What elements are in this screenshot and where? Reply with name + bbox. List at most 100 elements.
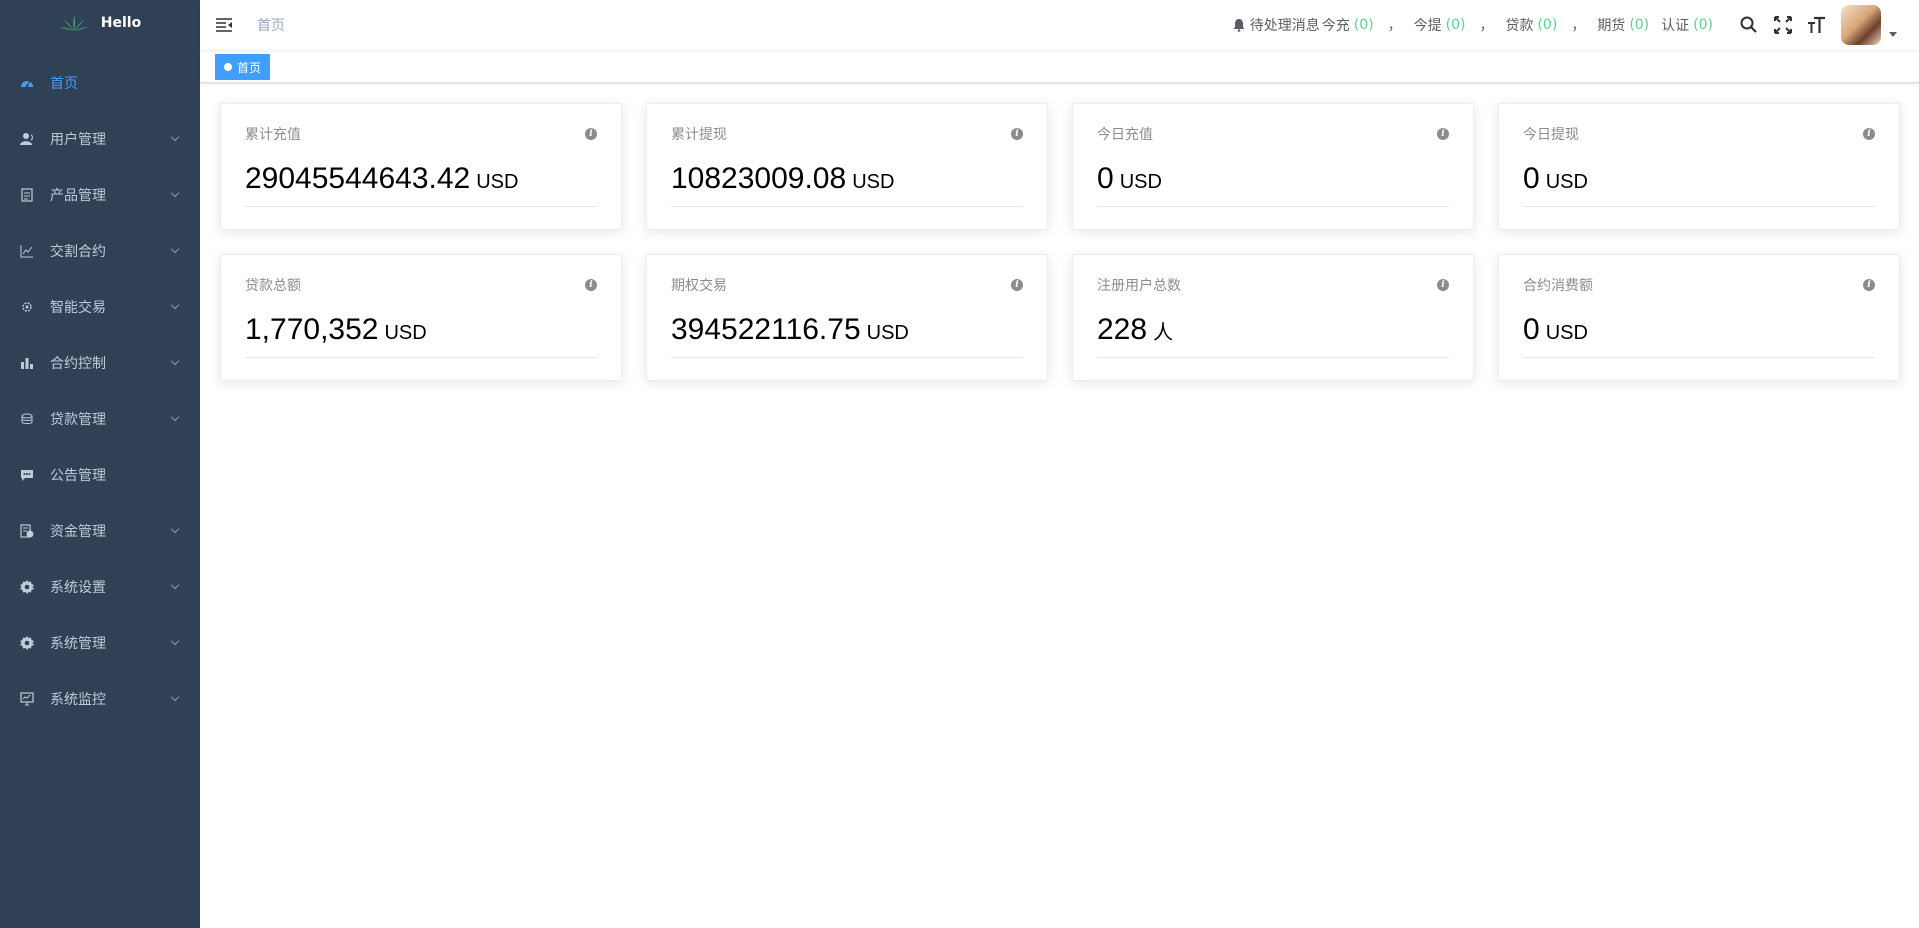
header-right: 待处理消息 今充 (0) ， 今提 (0) ， 贷款 (0) ， 期货 (0) … bbox=[1232, 0, 1897, 50]
info-icon[interactable]: i bbox=[585, 279, 597, 291]
notice-loan-count[interactable]: (0) bbox=[1537, 17, 1557, 33]
sidebar-item-contract-control[interactable]: 合约控制 bbox=[0, 335, 200, 391]
notice-withdraw-label: 今提 bbox=[1413, 18, 1442, 34]
chevron-down-icon bbox=[170, 300, 180, 310]
logo[interactable]: Hello bbox=[0, 0, 200, 45]
sidebar-item-delivery-contract[interactable]: 交割合约 bbox=[0, 223, 200, 279]
caret-down-icon[interactable] bbox=[1889, 31, 1897, 37]
font-size-icon[interactable] bbox=[1807, 15, 1827, 35]
sidebar-item-user-management[interactable]: 用户管理 bbox=[0, 111, 200, 167]
sidebar-item-system-settings[interactable]: 系统设置 bbox=[0, 559, 200, 615]
fullscreen-icon[interactable] bbox=[1773, 15, 1793, 35]
chevron-down-icon bbox=[170, 580, 180, 590]
stat-card-options-trading: 期权交易 i 394522116.75 USD bbox=[646, 254, 1048, 381]
info-icon[interactable]: i bbox=[1437, 279, 1449, 291]
coins-icon bbox=[20, 412, 34, 426]
sidebar-item-label: 系统监控 bbox=[50, 692, 106, 708]
card-unit: USD bbox=[1119, 171, 1162, 193]
card-number: 0 bbox=[1523, 313, 1540, 346]
navbar: 首页 待处理消息 今充 (0) ， 今提 (0) ， 贷款 (0) ， 期货 (… bbox=[200, 0, 1919, 50]
sidebar-item-smart-trading[interactable]: 智能交易 bbox=[0, 279, 200, 335]
breadcrumb[interactable]: 首页 bbox=[257, 15, 285, 35]
card-title: 合约消费额 bbox=[1523, 278, 1593, 294]
sidebar-item-notice-management[interactable]: 公告管理 bbox=[0, 447, 200, 503]
sidebar-item-label: 贷款管理 bbox=[50, 412, 106, 428]
card-number: 1,770,352 bbox=[245, 313, 379, 346]
info-icon[interactable]: i bbox=[1863, 279, 1875, 291]
system-icon bbox=[20, 636, 34, 650]
logo-icon bbox=[59, 14, 88, 31]
notice-recharge-label: 今充 bbox=[1321, 18, 1350, 34]
stat-card-loan-total: 贷款总额 i 1,770,352 USD bbox=[220, 254, 622, 381]
sidebar-item-home[interactable]: 首页 bbox=[0, 55, 200, 111]
gear-small-icon bbox=[20, 300, 34, 314]
card-value: 0 USD bbox=[1523, 162, 1875, 207]
card-value: 394522116.75 USD bbox=[671, 313, 1023, 358]
chevron-down-icon bbox=[170, 524, 180, 534]
info-icon[interactable]: i bbox=[1863, 128, 1875, 140]
card-unit: USD bbox=[1545, 322, 1588, 344]
card-unit: USD bbox=[866, 322, 909, 344]
monitor-icon bbox=[20, 692, 34, 706]
card-unit: USD bbox=[852, 171, 895, 193]
stat-card-today-withdraw: 今日提现 i 0 USD bbox=[1498, 103, 1900, 230]
notice-verify-label: 认证 bbox=[1661, 18, 1690, 34]
notice-separator: ， bbox=[1387, 18, 1402, 34]
info-icon[interactable]: i bbox=[1011, 279, 1023, 291]
info-icon[interactable]: i bbox=[585, 128, 597, 140]
chevron-down-icon bbox=[170, 692, 180, 702]
settings-icon bbox=[20, 580, 34, 594]
notice-futures-count[interactable]: (0) bbox=[1629, 17, 1649, 33]
stat-card-today-recharge: 今日充值 i 0 USD bbox=[1072, 103, 1474, 230]
notice-loan-label: 贷款 bbox=[1505, 18, 1534, 34]
bar-chart-icon bbox=[20, 356, 34, 370]
info-icon[interactable]: i bbox=[1437, 128, 1449, 140]
sidebar-item-loan-management[interactable]: 贷款管理 bbox=[0, 391, 200, 447]
avatar[interactable] bbox=[1841, 5, 1881, 45]
active-dot-icon bbox=[224, 63, 232, 71]
stat-card-contract-consumption: 合约消费额 i 0 USD bbox=[1498, 254, 1900, 381]
sidebar-item-system-monitor[interactable]: 系统监控 bbox=[0, 671, 200, 727]
sidebar-item-label: 智能交易 bbox=[50, 300, 106, 316]
chevron-down-icon bbox=[170, 412, 180, 422]
sidebar-item-system-management[interactable]: 系统管理 bbox=[0, 615, 200, 671]
notice-separator: ， bbox=[1479, 18, 1494, 34]
card-title: 累计充值 bbox=[245, 127, 301, 143]
sidebar-item-label: 用户管理 bbox=[50, 132, 106, 148]
card-value: 0 USD bbox=[1523, 313, 1875, 358]
sidebar-menu: 首页 用户管理 产品管理 交割合约 智能交易 合约控制 贷款管理 公告管理 资金… bbox=[0, 55, 200, 727]
logo-text: Hello bbox=[100, 14, 142, 31]
card-number: 0 bbox=[1097, 162, 1114, 195]
dashboard-content: 累计充值 i 29045544643.42 USD 累计提现 i 10823009… bbox=[220, 103, 1900, 381]
chevron-down-icon bbox=[170, 244, 180, 254]
sidebar: Hello 首页 用户管理 产品管理 交割合约 智能交易 合约控制 贷款管理 公… bbox=[0, 0, 200, 928]
tags-view: 首页 bbox=[200, 50, 1919, 83]
notice-recharge-count[interactable]: (0) bbox=[1354, 17, 1374, 33]
card-title: 今日充值 bbox=[1097, 127, 1153, 143]
search-icon[interactable] bbox=[1739, 15, 1759, 35]
chevron-down-icon bbox=[170, 132, 180, 142]
tag-home[interactable]: 首页 bbox=[215, 54, 271, 80]
card-title: 今日提现 bbox=[1523, 127, 1579, 143]
dashboard-icon bbox=[20, 76, 34, 90]
sidebar-item-label: 合约控制 bbox=[50, 356, 106, 372]
sidebar-item-label: 资金管理 bbox=[50, 524, 106, 540]
hamburger-icon[interactable] bbox=[215, 16, 233, 34]
sidebar-item-label: 系统设置 bbox=[50, 580, 106, 596]
sidebar-item-product-management[interactable]: 产品管理 bbox=[0, 167, 200, 223]
pending-notice[interactable]: 待处理消息 今充 (0) ， 今提 (0) ， 贷款 (0) ， 期货 (0) … bbox=[1232, 15, 1717, 35]
tag-label: 首页 bbox=[237, 60, 262, 75]
info-icon[interactable]: i bbox=[1011, 128, 1023, 140]
sidebar-item-fund-management[interactable]: 资金管理 bbox=[0, 503, 200, 559]
notice-withdraw-count[interactable]: (0) bbox=[1446, 17, 1466, 33]
sidebar-item-label: 首页 bbox=[50, 76, 78, 92]
card-number: 394522116.75 bbox=[671, 313, 861, 346]
notice-label: 待处理消息 bbox=[1249, 18, 1320, 34]
notice-verify-count[interactable]: (0) bbox=[1693, 17, 1713, 33]
message-icon bbox=[20, 468, 34, 482]
chevron-down-icon bbox=[170, 188, 180, 198]
sidebar-item-label: 系统管理 bbox=[50, 636, 106, 652]
card-number: 0 bbox=[1523, 162, 1540, 195]
bell-icon bbox=[1233, 19, 1245, 32]
card-unit: USD bbox=[1545, 171, 1588, 193]
